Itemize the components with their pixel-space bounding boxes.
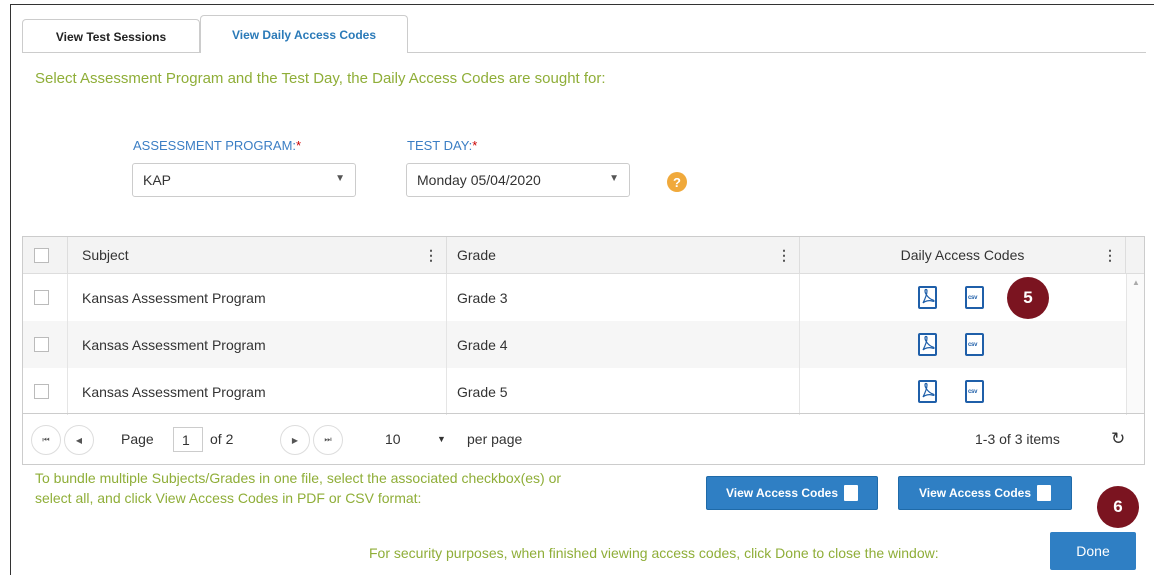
pdf-button-label: View Access Codes <box>725 486 839 500</box>
csv-icon-label: csv <box>968 389 978 395</box>
pdf-icon <box>844 485 859 501</box>
pdf-icon[interactable] <box>918 380 937 403</box>
row-checkbox[interactable] <box>34 384 49 399</box>
first-page-icon[interactable]: ⏮ <box>31 425 61 455</box>
instruction-text: Select Assessment Program and the Test D… <box>35 70 606 87</box>
codes-cell: csv <box>800 274 1127 321</box>
assessment-program-select[interactable]: KAP ▼ <box>132 163 356 197</box>
required-mark: * <box>296 138 302 153</box>
header-select-all-cell <box>23 237 68 273</box>
csv-icon-label: csv <box>968 295 978 301</box>
header-subject-label: Subject <box>82 247 129 263</box>
view-access-codes-csv-button[interactable]: View Access Codes <box>898 476 1072 510</box>
access-codes-grid: Subject ⋮ Grade ⋮ Daily Access Codes ⋮ K… <box>22 236 1145 465</box>
bundle-instructions: To bundle multiple Subjects/Grades in on… <box>35 468 561 508</box>
page-label: Page <box>121 431 154 447</box>
step-badge-6: 6 <box>1097 486 1139 528</box>
scroll-up-icon[interactable]: ▲ <box>1132 278 1140 287</box>
last-page-icon[interactable]: ⏭ <box>313 425 343 455</box>
done-button[interactable]: Done <box>1050 532 1136 570</box>
column-menu-icon[interactable]: ⋮ <box>424 247 438 264</box>
tab-view-daily-access-codes[interactable]: View Daily Access Codes <box>200 15 408 53</box>
step-badge-5: 5 <box>1007 277 1049 319</box>
assessment-program-label-text: ASSESSMENT PROGRAM: <box>133 138 297 153</box>
header-subject[interactable]: Subject ⋮ <box>68 237 447 273</box>
test-day-label: TEST DAY:* <box>407 138 477 153</box>
grid-header: Subject ⋮ Grade ⋮ Daily Access Codes ⋮ <box>23 237 1144 274</box>
row-checkbox-cell <box>23 321 68 368</box>
per-page-label: per page <box>467 431 523 447</box>
next-page-icon[interactable]: ▶ <box>280 425 310 455</box>
chevron-down-icon: ▼ <box>437 434 446 444</box>
table-row: Kansas Assessment Program Grade 4 csv <box>23 321 1127 368</box>
column-menu-icon[interactable]: ⋮ <box>1103 247 1117 264</box>
test-day-select[interactable]: Monday 05/04/2020 ▼ <box>406 163 630 197</box>
previous-page-icon[interactable]: ◀ <box>64 425 94 455</box>
pdf-icon[interactable] <box>918 286 937 309</box>
view-access-codes-pdf-button[interactable]: View Access Codes <box>706 476 878 510</box>
row-checkbox[interactable] <box>34 337 49 352</box>
grade-cell: Grade 5 <box>447 368 800 415</box>
page-count: of 2 <box>210 431 234 447</box>
header-daily-access-codes-label: Daily Access Codes <box>900 247 1025 263</box>
row-checkbox[interactable] <box>34 290 49 305</box>
test-day-value: Monday 05/04/2020 <box>417 172 541 188</box>
grid-pager: ⏮ ◀ Page 1 of 2 ▶ ⏭ 10 ▼ per page 1-3 of… <box>23 413 1144 465</box>
csv-icon[interactable]: csv <box>965 333 984 356</box>
chevron-down-icon: ▼ <box>335 173 345 184</box>
page-input[interactable]: 1 <box>173 427 203 452</box>
bundle-line-2: select all, and click View Access Codes … <box>35 490 422 506</box>
tab-view-test-sessions[interactable]: View Test Sessions <box>22 19 200 53</box>
table-row: Kansas Assessment Program Grade 3 csv <box>23 274 1127 321</box>
assessment-program-label: ASSESSMENT PROGRAM:* <box>133 138 301 153</box>
csv-icon[interactable]: csv <box>965 286 984 309</box>
bundle-line-1: To bundle multiple Subjects/Grades in on… <box>35 470 562 486</box>
header-daily-access-codes[interactable]: Daily Access Codes ⋮ <box>800 237 1126 273</box>
codes-cell: csv <box>800 321 1127 368</box>
csv-button-label: View Access Codes <box>918 486 1032 500</box>
test-day-label-text: TEST DAY: <box>407 138 473 153</box>
grade-cell: Grade 3 <box>447 274 800 321</box>
pdf-icon[interactable] <box>918 333 937 356</box>
row-checkbox-cell <box>23 368 68 415</box>
page-input-value: 1 <box>182 431 190 448</box>
csv-icon <box>1037 485 1052 501</box>
refresh-icon[interactable]: ↻ <box>1111 429 1125 449</box>
page-size-value: 10 <box>385 431 401 447</box>
grade-cell: Grade 4 <box>447 321 800 368</box>
row-checkbox-cell <box>23 274 68 321</box>
assessment-program-value: KAP <box>143 172 172 188</box>
csv-icon[interactable]: csv <box>965 380 984 403</box>
help-icon[interactable]: ? <box>667 172 687 192</box>
security-text: For security purposes, when finished vie… <box>369 545 939 561</box>
column-menu-icon[interactable]: ⋮ <box>777 247 791 264</box>
header-grade-label: Grade <box>457 247 496 263</box>
tab-divider <box>22 52 1146 53</box>
items-count: 1-3 of 3 items <box>975 431 1060 447</box>
codes-cell: csv <box>800 368 1127 415</box>
header-grade[interactable]: Grade ⋮ <box>447 237 800 273</box>
page-size-select[interactable]: 10 ▼ <box>373 425 473 453</box>
csv-icon-label: csv <box>968 342 978 348</box>
grid-scrollbar[interactable]: ▲ <box>1126 274 1144 413</box>
subject-cell: Kansas Assessment Program <box>68 368 447 415</box>
subject-cell: Kansas Assessment Program <box>68 321 447 368</box>
table-row: Kansas Assessment Program Grade 5 csv <box>23 368 1127 415</box>
select-all-checkbox[interactable] <box>34 247 49 263</box>
chevron-down-icon: ▼ <box>609 173 619 184</box>
required-mark: * <box>472 138 478 153</box>
subject-cell: Kansas Assessment Program <box>68 274 447 321</box>
